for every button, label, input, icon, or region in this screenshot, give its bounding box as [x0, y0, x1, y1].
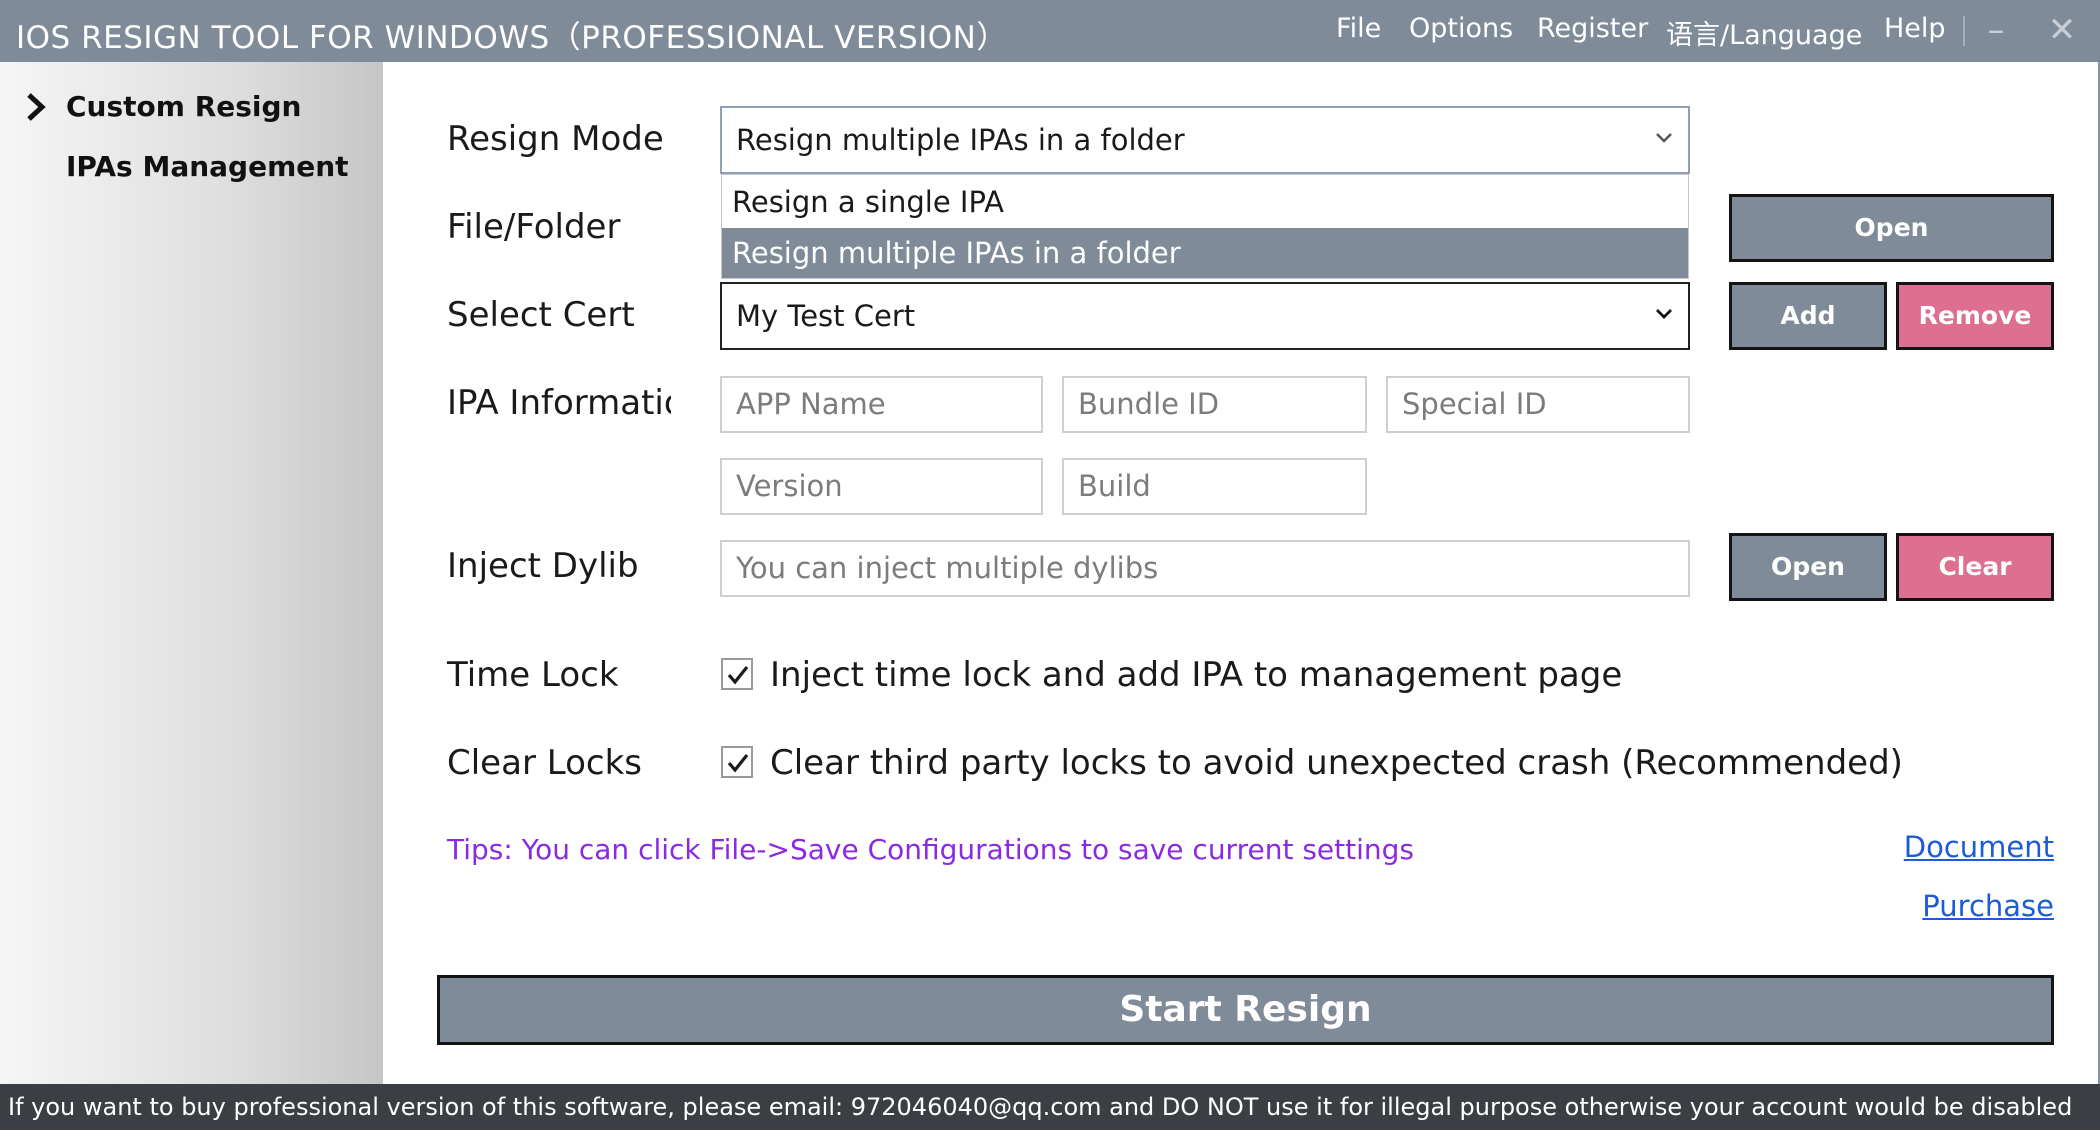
purchase-link[interactable]: Purchase	[1922, 889, 2054, 923]
resign-mode-dropdown: Resign a single IPA Resign multiple IPAs…	[721, 174, 1689, 279]
sidebar-item-custom-resign[interactable]: Custom Resign	[66, 90, 301, 123]
title-separator	[1963, 16, 1965, 46]
special-id-field[interactable]: Special ID	[1386, 376, 1690, 433]
version-field[interactable]: Version	[720, 458, 1043, 515]
window-title: IOS RESIGN TOOL FOR WINDOWS（PROFESSIONAL…	[16, 20, 1008, 56]
bundle-id-field[interactable]: Bundle ID	[1062, 376, 1367, 433]
version-placeholder: Version	[736, 469, 843, 503]
resign-mode-label: Resign Mode	[447, 119, 664, 159]
chevron-down-icon	[1656, 309, 1672, 319]
start-resign-button[interactable]: Start Resign	[437, 975, 2054, 1045]
option-single-ipa[interactable]: Resign a single IPA	[722, 177, 1688, 227]
inject-dylib-label: Inject Dylib	[447, 546, 639, 586]
tips-text: Tips: You can click File->Save Configura…	[447, 833, 1414, 866]
chevron-right-icon	[27, 93, 46, 121]
sidebar-item-ipas-management[interactable]: IPAs Management	[66, 150, 349, 183]
bundle-id-placeholder: Bundle ID	[1078, 387, 1220, 421]
sidebar: Custom Resign IPAs Management	[0, 62, 383, 1084]
time-lock-label: Time Lock	[447, 655, 619, 695]
menu-register[interactable]: Register	[1537, 13, 1648, 44]
open-dylib-button[interactable]: Open	[1729, 533, 1887, 601]
menu-language[interactable]: 语言/Language	[1666, 13, 1862, 52]
add-cert-button[interactable]: Add	[1729, 282, 1887, 350]
file-folder-label: File/Folder	[447, 207, 621, 247]
checkmark-icon	[727, 666, 749, 685]
status-bar: If you want to buy professional version …	[0, 1084, 2100, 1130]
resign-mode-value: Resign multiple IPAs in a folder	[736, 123, 1185, 157]
select-cert-label: Select Cert	[447, 295, 635, 335]
dylib-field[interactable]: You can inject multiple dylibs	[720, 540, 1690, 597]
minimize-icon[interactable]: –	[1974, 8, 2018, 52]
dylib-placeholder: You can inject multiple dylibs	[736, 551, 1159, 585]
remove-cert-button[interactable]: Remove	[1896, 282, 2054, 350]
title-bar: IOS RESIGN TOOL FOR WINDOWS（PROFESSIONAL…	[0, 0, 2100, 62]
chevron-down-icon	[1656, 133, 1672, 143]
checkmark-icon	[727, 754, 749, 773]
menu-help[interactable]: Help	[1884, 13, 1946, 44]
build-field[interactable]: Build	[1062, 458, 1367, 515]
clear-locks-checkbox[interactable]	[721, 746, 753, 778]
clear-locks-text: Clear third party locks to avoid unexpec…	[770, 743, 1903, 783]
cert-value: My Test Cert	[736, 299, 916, 333]
time-lock-text: Inject time lock and add IPA to manageme…	[770, 655, 1623, 695]
special-id-placeholder: Special ID	[1402, 387, 1547, 421]
clear-dylib-button[interactable]: Clear	[1896, 533, 2054, 601]
time-lock-checkbox[interactable]	[721, 658, 753, 690]
open-file-button[interactable]: Open	[1729, 194, 2054, 262]
option-multiple-ipas[interactable]: Resign multiple IPAs in a folder	[722, 228, 1688, 278]
document-link[interactable]: Document	[1904, 830, 2054, 864]
menu-options[interactable]: Options	[1409, 13, 1513, 44]
resign-mode-select[interactable]: Resign multiple IPAs in a folder	[720, 106, 1690, 174]
clear-locks-label: Clear Locks	[447, 743, 642, 783]
app-name-placeholder: APP Name	[736, 387, 886, 421]
build-placeholder: Build	[1078, 469, 1151, 503]
menu-file[interactable]: File	[1336, 13, 1381, 44]
app-name-field[interactable]: APP Name	[720, 376, 1043, 433]
cert-select[interactable]: My Test Cert	[720, 282, 1690, 350]
close-icon[interactable]: ✕	[2040, 8, 2084, 52]
ipa-info-label: IPA Informatio	[447, 383, 671, 423]
